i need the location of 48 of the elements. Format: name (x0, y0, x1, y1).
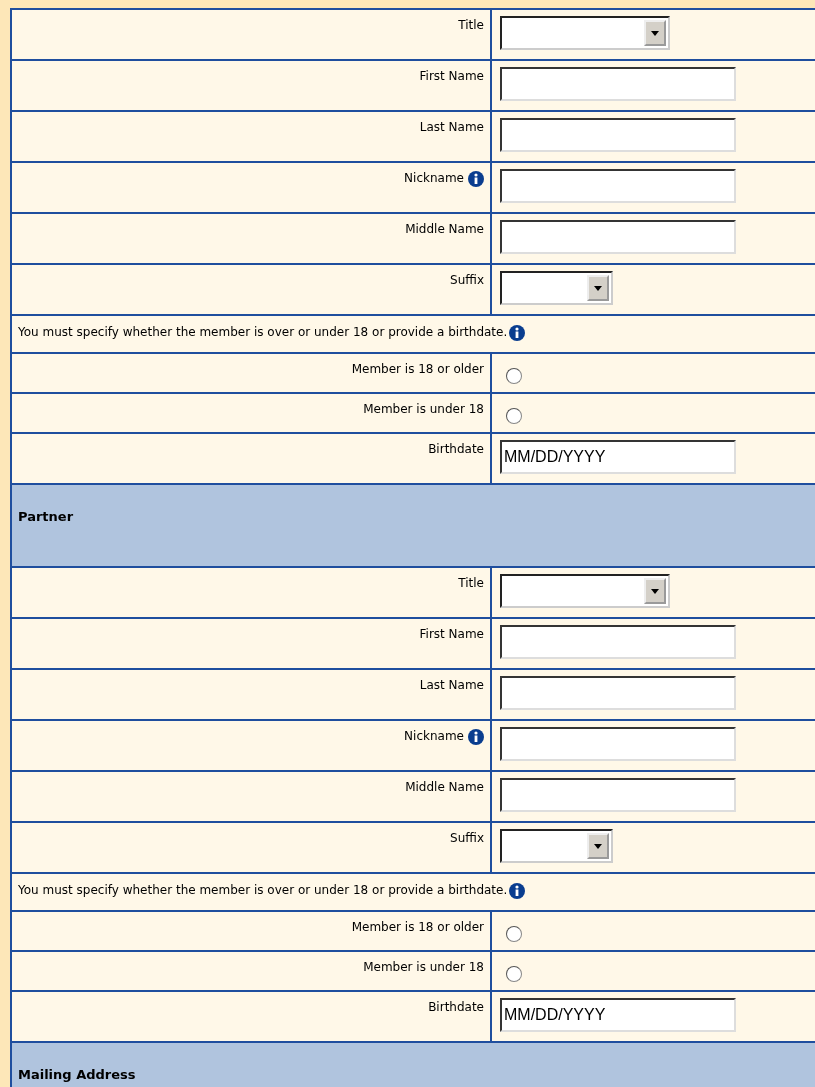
text-field[interactable] (500, 778, 736, 812)
field-label: First Name (419, 69, 484, 83)
field-label: Nickname (404, 171, 464, 185)
radio-button[interactable] (506, 966, 522, 982)
field-label: Birthdate (428, 442, 484, 456)
instruction-text: You must specify whether the member is over or under 18 or provide a birthdate. (18, 325, 508, 339)
info-icon[interactable] (468, 729, 484, 745)
dropdown[interactable] (500, 829, 613, 863)
dropdown[interactable] (500, 16, 670, 50)
info-icon[interactable] (509, 325, 526, 341)
caret-icon (651, 30, 659, 36)
info-icon[interactable] (509, 883, 526, 899)
info-icon[interactable] (468, 171, 484, 187)
field-label: Last Name (419, 120, 484, 134)
field-label: Middle Name (405, 780, 484, 794)
text-field[interactable] (500, 118, 736, 152)
text-field[interactable]: MM/DD/YYYY (500, 998, 736, 1032)
dropdown[interactable] (500, 574, 670, 608)
radio-button[interactable] (506, 408, 522, 424)
section-header: Partner (12, 485, 815, 568)
field-label: Member is under 18 (363, 402, 484, 416)
field-label: Title (458, 18, 484, 32)
caret-icon (594, 285, 602, 291)
text-field[interactable] (500, 67, 736, 101)
field-label: First Name (419, 627, 484, 641)
field-label: Suffix (450, 273, 484, 287)
field-label: Nickname (404, 729, 464, 743)
caret-icon (594, 843, 602, 849)
radio-button[interactable] (506, 926, 522, 942)
field-label: Birthdate (428, 1000, 484, 1014)
instruction-text: You must specify whether the member is over or under 18 or provide a birthdate. (18, 883, 508, 897)
text-field[interactable] (500, 676, 736, 710)
text-field[interactable] (500, 727, 736, 761)
field-label: Suffix (450, 831, 484, 845)
dropdown[interactable] (500, 271, 613, 305)
field-label: Last Name (419, 678, 484, 692)
text-field[interactable] (500, 220, 736, 254)
text-field[interactable]: MM/DD/YYYY (500, 440, 736, 474)
section-header: Mailing Address (12, 1043, 815, 1087)
text-field[interactable] (500, 169, 736, 203)
field-label: Member is 18 or older (351, 920, 484, 934)
field-label: Middle Name (405, 222, 484, 236)
caret-icon (651, 588, 659, 594)
text-field[interactable] (500, 625, 736, 659)
field-label: Member is 18 or older (351, 362, 484, 376)
field-label: Title (458, 576, 484, 590)
field-label: Member is under 18 (363, 960, 484, 974)
radio-button[interactable] (506, 368, 522, 384)
